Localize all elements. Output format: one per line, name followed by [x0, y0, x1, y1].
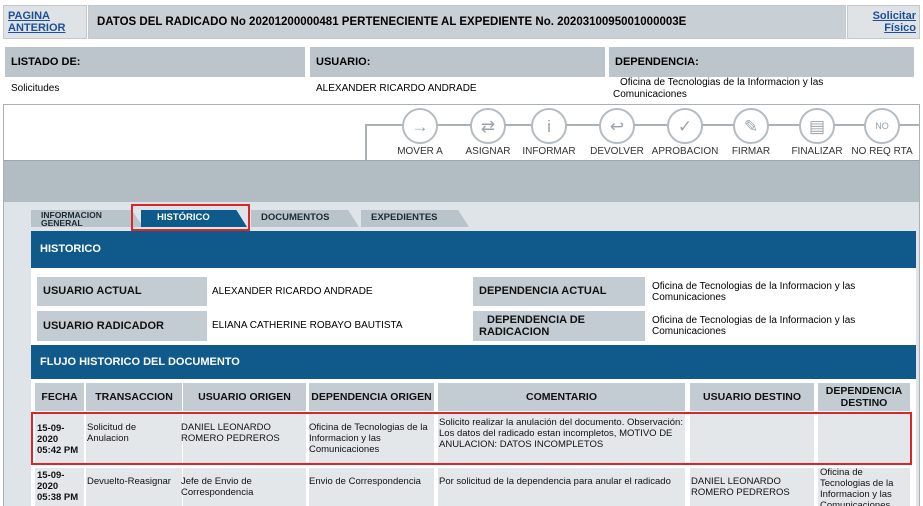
usuario-actual-value: ALEXANDER RICARDO ANDRADE — [212, 286, 373, 297]
historico-header: HISTORICO — [31, 231, 916, 268]
column-header: TRANSACCION — [86, 383, 182, 411]
cell-comentario: Por solicitud de la dependencia para anu… — [439, 476, 671, 487]
cell-dependencia-origen: Envio de Correspondencia — [309, 476, 421, 487]
signature-icon: ✎ — [733, 108, 769, 144]
page-title: DATOS DEL RADICADO No 20201200000481 PER… — [88, 5, 846, 39]
action-aprobacion-button[interactable]: ✓ APROBACION — [647, 108, 723, 157]
action-firmar-button[interactable]: ✎ FIRMAR — [713, 108, 789, 157]
usuario-label: USUARIO: — [310, 47, 605, 77]
usuario-radicador-label: USUARIO RADICADOR — [37, 311, 207, 341]
dependencia-radicacion-value: Oficina de Tecnologias de la Informacion… — [652, 315, 856, 337]
cell-usuario-destino: DANIEL LEONARDO ROMERO PEDREROS — [691, 476, 790, 498]
action-label: NO REQ RTA — [851, 146, 913, 157]
arrow-right-icon: → — [402, 108, 438, 144]
usuario-radicador-value: ELIANA CATHERINE ROBAYO BAUTISTA — [212, 320, 403, 331]
column-header: DEPENDENCIA ORIGEN — [309, 383, 434, 411]
info-icon: i — [531, 108, 567, 144]
row-highlight — [31, 412, 912, 465]
tab-documentos[interactable]: DOCUMENTOS — [251, 210, 359, 227]
table-cell-bg — [438, 468, 685, 506]
request-physical-cell: Solicitar Físico — [847, 5, 920, 39]
dependencia-actual-value: Oficina de Tecnologias de la Informacion… — [652, 281, 856, 303]
return-icon: ↩ — [599, 108, 635, 144]
action-label: APROBACION — [651, 146, 719, 157]
table-cell-bg — [86, 468, 182, 506]
action-label: FIRMAR — [731, 146, 771, 157]
tab-highlight — [131, 204, 250, 231]
column-header: COMENTARIO — [438, 383, 685, 411]
usuario-value: ALEXANDER RICARDO ANDRADE — [316, 83, 477, 94]
request-physical-link[interactable]: Solicitar Físico — [852, 10, 916, 34]
toolbar-band — [4, 160, 919, 202]
action-label: DEVOLVER — [590, 146, 644, 157]
action-no-req-rta-button[interactable]: NO NO REQ RTA — [844, 108, 920, 157]
cell-usuario-origen: Jefe de Envio de Correspondencia — [181, 476, 254, 498]
usuario-actual-label: USUARIO ACTUAL — [37, 277, 207, 306]
column-header: DEPENDENCIA DESTINO — [818, 383, 910, 411]
cell-transaccion: Devuelto-Reasignar — [87, 476, 171, 487]
back-link[interactable]: PAGINA ANTERIOR — [8, 10, 78, 34]
listado-label: LISTADO DE: — [5, 47, 305, 77]
checkmark-icon: ✓ — [667, 108, 703, 144]
table-cell-bg — [309, 468, 434, 506]
column-header: USUARIO ORIGEN — [183, 383, 306, 411]
finalize-icon: ▤ — [799, 108, 835, 144]
action-mover-a-button[interactable]: → MOVER A — [382, 108, 458, 157]
assign-icon: ⇄ — [470, 108, 506, 144]
column-header: FECHA — [35, 383, 84, 411]
action-devolver-button[interactable]: ↩ DEVOLVER — [579, 108, 655, 157]
cell-fecha: 15-09-2020 05:38 PM — [37, 470, 79, 503]
tab-informacion-general-line2: GENERAL — [41, 218, 83, 228]
dependencia-label: DEPENDENCIA: — [609, 47, 914, 77]
action-label: INFORMAR — [522, 146, 576, 157]
back-link-cell: PAGINA ANTERIOR — [3, 5, 87, 39]
action-informar-button[interactable]: i INFORMAR — [511, 108, 587, 157]
dependencia-radicacion-label: DEPENDENCIA DE RADICACION — [473, 311, 645, 341]
action-label: MOVER A — [397, 146, 443, 157]
dependencia-actual-label: DEPENDENCIA ACTUAL — [473, 277, 645, 306]
cell-dependencia-destino: Oficina de Tecnologias de la Informacion… — [820, 467, 894, 506]
no-response-icon: NO — [864, 108, 900, 144]
action-divider-vertical — [365, 124, 367, 160]
tab-informacion-general[interactable]: INFORMACION GENERAL — [31, 210, 143, 227]
column-header: USUARIO DESTINO — [690, 383, 814, 411]
listado-value: Solicitudes — [11, 83, 60, 94]
flujo-header: FLUJO HISTORICO DEL DOCUMENTO — [31, 345, 916, 379]
dependencia-value: Oficina de Tecnologias de la Informacion… — [613, 77, 824, 100]
tab-expedientes[interactable]: EXPEDIENTES — [361, 210, 469, 227]
